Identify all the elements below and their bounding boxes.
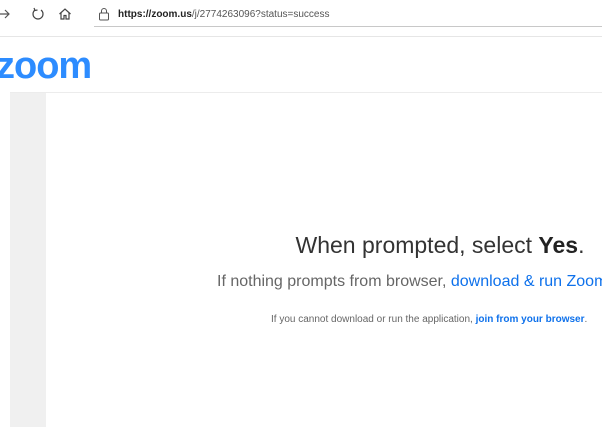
address-url[interactable]: https://zoom.us/j/2774263096?status=succ…	[118, 8, 330, 22]
title-emphasis: Yes	[538, 232, 579, 258]
subtitle-prefix: If nothing prompts from browser,	[217, 273, 451, 290]
download-run-zoom-link[interactable]: download & run Zoom	[451, 273, 602, 290]
zoom-logo-text: zoom	[0, 48, 91, 84]
url-path: /j/2774263096?status=success	[191, 9, 330, 20]
address-bar[interactable]: https://zoom.us/j/2774263096?status=succ…	[94, 3, 602, 27]
prompt-small-text: If you cannot download or run the applic…	[271, 313, 587, 327]
browser-toolbar: https://zoom.us/j/2774263096?status=succ…	[0, 0, 602, 30]
zoom-logo[interactable]: zoom	[0, 45, 110, 87]
toolbar-divider	[0, 36, 602, 37]
refresh-icon[interactable]	[30, 4, 46, 24]
prompt-subtitle: If nothing prompts from browser, downloa…	[217, 271, 602, 293]
forward-arrow-icon[interactable]	[0, 4, 12, 24]
prompt-title: When prompted, select Yes.	[46, 230, 602, 260]
title-prefix: When prompted, select	[295, 232, 539, 258]
url-host: https://zoom.us	[118, 9, 192, 20]
small-suffix: .	[584, 314, 588, 325]
main-content: When prompted, select Yes. If nothing pr…	[46, 93, 602, 427]
left-sidebar	[10, 93, 46, 427]
title-suffix: .	[578, 232, 585, 258]
home-icon[interactable]	[57, 4, 73, 24]
join-from-browser-link[interactable]: join from your browser	[476, 314, 585, 325]
small-prefix: If you cannot download or run the applic…	[271, 314, 476, 325]
lock-icon	[98, 7, 110, 23]
